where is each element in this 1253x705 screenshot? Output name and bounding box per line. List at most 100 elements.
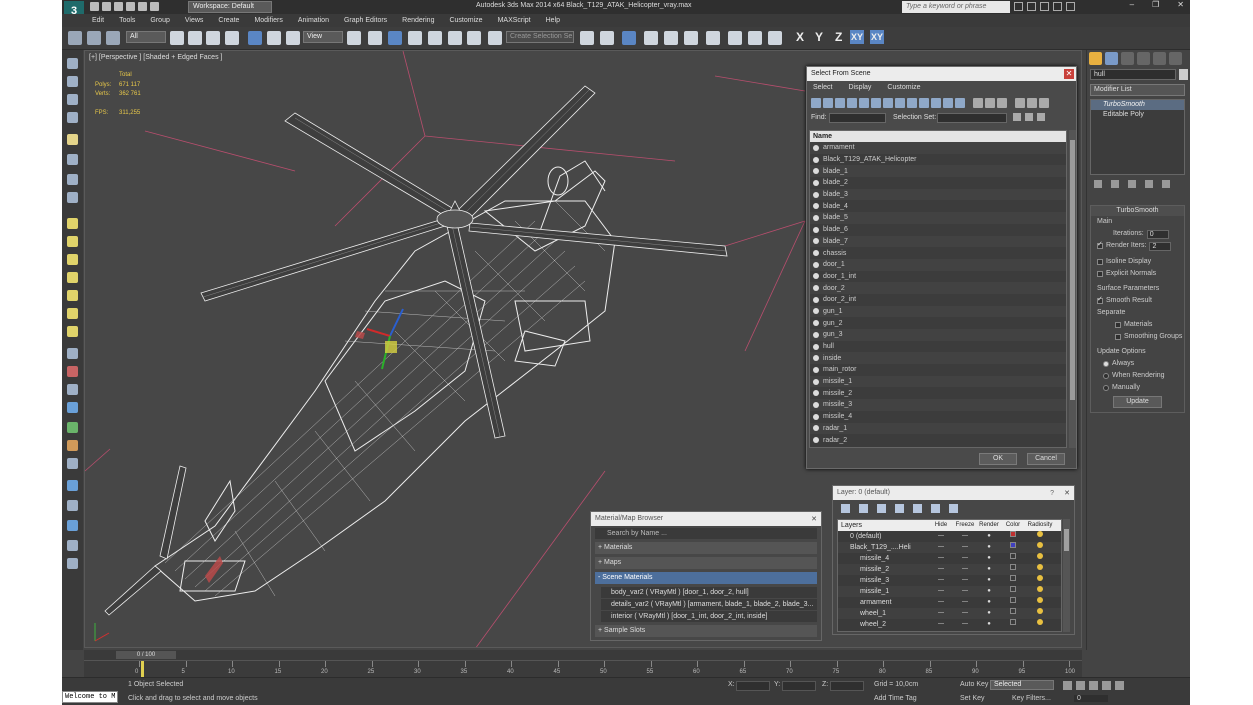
menu-modifiers[interactable]: Modifiers	[254, 14, 282, 27]
scene-object-item[interactable]: door_2	[810, 282, 1066, 294]
layer-render-toggle[interactable]: ●	[977, 531, 1001, 542]
explicit-normals-checkbox[interactable]	[1097, 271, 1103, 277]
binoculars-icon[interactable]	[1014, 2, 1023, 11]
rendered-frame-window-icon[interactable]	[748, 31, 762, 45]
select-and-move-icon[interactable]	[248, 31, 262, 45]
filter-lights-icon[interactable]	[835, 98, 845, 108]
menu-tools[interactable]: Tools	[119, 14, 135, 27]
scene-object-item[interactable]: gun_3	[810, 329, 1066, 341]
reference-coordinate-dropdown[interactable]: View	[303, 31, 343, 43]
axis-xy-button[interactable]: XY	[850, 30, 865, 44]
unlink-icon[interactable]	[87, 31, 101, 45]
layer-render-toggle[interactable]: ●	[977, 619, 1001, 630]
layer-row[interactable]: wheel_2— — ●	[838, 619, 1061, 630]
layer-hide-toggle[interactable]: —	[929, 575, 953, 586]
iterations-spinner[interactable]: 0	[1146, 229, 1169, 239]
utilities-tab-icon[interactable]	[1169, 52, 1182, 65]
scene-object-item[interactable]: missile_1	[810, 375, 1066, 388]
menu-edit[interactable]: Edit	[92, 14, 104, 27]
layer-hide-toggle[interactable]: —	[929, 553, 953, 564]
sfs-menu-display[interactable]: Display	[848, 81, 871, 95]
always-radio[interactable]	[1103, 361, 1109, 367]
open-icon[interactable]	[102, 2, 111, 11]
menu-rendering[interactable]: Rendering	[402, 14, 434, 27]
scene-object-item[interactable]: hull	[810, 341, 1066, 353]
radiosity-lamp-icon[interactable]	[1037, 608, 1043, 614]
manually-radio[interactable]	[1103, 385, 1109, 391]
radiosity-lamp-icon[interactable]	[1037, 597, 1043, 603]
torus-primitive-icon[interactable]	[67, 272, 78, 283]
auto-key-mode-dropdown[interactable]: Selected	[990, 680, 1054, 690]
angle-snap-icon[interactable]	[428, 31, 442, 45]
layer-render-toggle[interactable]: ●	[977, 564, 1001, 575]
col-render[interactable]: Render	[977, 520, 1001, 531]
scene-object-item[interactable]: chassis	[810, 247, 1066, 259]
col-color[interactable]: Color	[1001, 520, 1025, 531]
pin-stack-icon[interactable]	[1094, 180, 1102, 188]
configure-sets-icon[interactable]	[1162, 180, 1170, 188]
menu-help[interactable]: Help	[546, 14, 560, 27]
freeze-all-layers-icon[interactable]	[949, 503, 958, 513]
close-icon[interactable]: ✕	[1177, 0, 1184, 9]
go-to-start-icon[interactable]	[1063, 681, 1072, 690]
show-end-result-icon[interactable]	[1111, 180, 1119, 188]
material-item[interactable]: body_var2 ( VRayMtl ) [door_1, door_2, h…	[601, 587, 817, 598]
layer-color-swatch[interactable]	[1010, 564, 1016, 570]
hierarchy-tab-icon[interactable]	[1121, 52, 1134, 65]
y-coordinate-input[interactable]	[782, 681, 816, 691]
graphite-modeling-icon[interactable]	[644, 31, 658, 45]
filter-geometry-icon[interactable]	[811, 98, 821, 108]
scene-materials-section[interactable]: - Scene Materials	[595, 572, 817, 584]
layer-row[interactable]: missile_3— — ●	[838, 575, 1061, 586]
layer-freeze-toggle[interactable]: —	[953, 597, 977, 608]
layer-color-swatch[interactable]	[1010, 597, 1016, 603]
filter-xrefs-icon[interactable]	[895, 98, 905, 108]
layer-color-swatch[interactable]	[1010, 531, 1016, 537]
motion-tab-icon[interactable]	[1137, 52, 1150, 65]
layer-row[interactable]: 0 (default) — — ●	[838, 531, 1061, 542]
scene-object-item[interactable]: door_1	[810, 258, 1066, 271]
play-icon[interactable]	[1089, 681, 1098, 690]
tool-icon-25[interactable]	[67, 520, 78, 531]
filter-all-icon[interactable]	[955, 98, 965, 108]
object-name-input[interactable]: hull	[1090, 69, 1176, 80]
current-frame-marker[interactable]	[141, 661, 144, 677]
scene-object-item[interactable]: armament	[810, 142, 1066, 154]
tool-icon-23[interactable]	[67, 480, 78, 491]
radiosity-lamp-icon[interactable]	[1037, 586, 1043, 592]
maxscript-listener[interactable]: Welcome to M	[62, 691, 118, 703]
filter-hidden-icon[interactable]	[943, 98, 953, 108]
radiosity-lamp-icon[interactable]	[1037, 553, 1043, 559]
highlight-layer-icon[interactable]	[913, 503, 922, 513]
radiosity-lamp-icon[interactable]	[1037, 531, 1043, 537]
named-selection-set-dropdown[interactable]: Create Selection Se	[506, 31, 574, 43]
communication-icon[interactable]	[1040, 2, 1049, 11]
add-to-layer-icon[interactable]	[877, 503, 886, 513]
stack-item-editable-poly[interactable]: Editable Poly	[1091, 110, 1184, 120]
go-to-end-icon[interactable]	[1115, 681, 1124, 690]
materials-checkbox[interactable]	[1115, 322, 1121, 328]
layer-row[interactable]: missile_1— — ●	[838, 586, 1061, 597]
sample-slots-section[interactable]: + Sample Slots	[595, 625, 817, 637]
menu-maxscript[interactable]: MAXScript	[498, 14, 531, 27]
cylinder-primitive-icon[interactable]	[67, 254, 78, 265]
tool-icon-21[interactable]	[67, 440, 78, 451]
undo-icon[interactable]	[126, 2, 135, 11]
help-icon[interactable]	[1066, 2, 1075, 11]
selection-set-dropdown[interactable]	[937, 113, 1007, 123]
tool-icon-24[interactable]	[67, 500, 78, 511]
tool-icon-18[interactable]	[67, 384, 78, 395]
menu-customize[interactable]: Customize	[449, 14, 482, 27]
object-color-swatch[interactable]	[1179, 69, 1188, 80]
time-slider-thumb[interactable]: 0 / 100	[116, 651, 176, 659]
time-slider[interactable]: 0 / 100	[84, 650, 1082, 660]
set-key-button[interactable]: Set Key	[960, 695, 985, 702]
current-frame-input[interactable]: 0	[1074, 695, 1108, 702]
radiosity-lamp-icon[interactable]	[1037, 575, 1043, 581]
select-invert-icon[interactable]	[997, 98, 1007, 108]
scene-object-item[interactable]: door_1_int	[810, 271, 1066, 283]
tool-icon-1[interactable]	[67, 58, 78, 69]
selection-set-tool-icon-3[interactable]	[1037, 113, 1045, 121]
column-name-header[interactable]: Name	[810, 131, 1066, 142]
layer-color-swatch[interactable]	[1010, 542, 1016, 548]
